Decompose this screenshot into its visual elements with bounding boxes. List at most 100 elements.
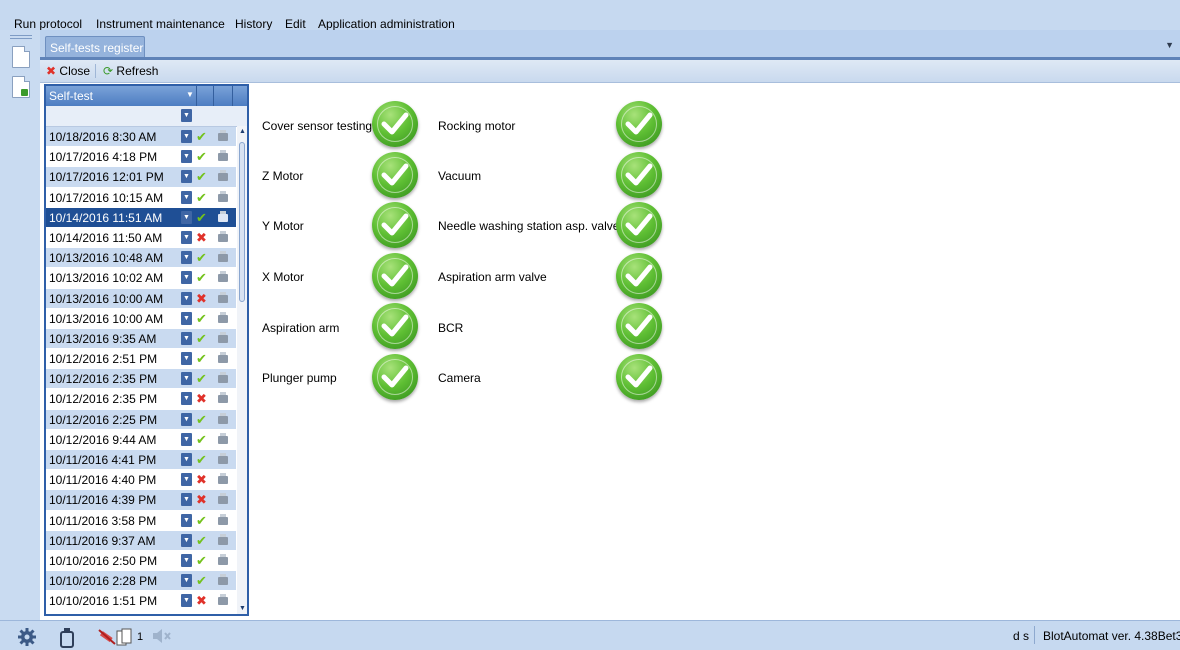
table-row[interactable]: 10/18/2016 8:30 AM ▼ ✔ (46, 127, 236, 148)
print-icon[interactable] (218, 331, 228, 343)
status-pass-icon: ✔ (196, 512, 207, 528)
refresh-button[interactable]: ⟳ Refresh (103, 64, 158, 78)
table-row[interactable]: 10/13/2016 10:02 AM ▼ ✔ (46, 268, 236, 289)
row-dropdown-button[interactable]: ▼ (181, 493, 192, 507)
row-dropdown-button[interactable]: ▼ (181, 372, 192, 386)
row-dropdown-button[interactable]: ▼ (181, 432, 192, 446)
print-icon[interactable] (218, 291, 228, 303)
table-row[interactable]: 10/10/2016 1:51 PM ▼ ✖ (46, 591, 236, 612)
print-icon[interactable] (218, 311, 228, 323)
table-row[interactable]: 10/11/2016 9:37 AM ▼ ✔ (46, 530, 236, 551)
document-export-icon[interactable] (12, 76, 30, 98)
row-dropdown-button[interactable]: ▼ (181, 130, 192, 143)
row-dropdown-button[interactable]: ▼ (181, 251, 192, 265)
row-dropdown-button[interactable]: ▼ (181, 513, 192, 527)
table-row[interactable]: 10/11/2016 4:39 PM ▼ ✖ (46, 490, 236, 511)
result-label-needle-washing-station: Needle washing station asp. valve (438, 219, 620, 233)
table-row[interactable]: 10/17/2016 4:18 PM ▼ ✔ (46, 147, 236, 168)
table-row[interactable]: 10/12/2016 2:51 PM ▼ ✔ (46, 349, 236, 370)
table-row[interactable]: 10/11/2016 4:40 PM ▼ ✖ (46, 470, 236, 491)
tab-list-dropdown-icon[interactable]: ▼ (1165, 40, 1174, 50)
print-icon[interactable] (218, 432, 228, 444)
print-icon[interactable] (218, 493, 228, 505)
row-date: 10/11/2016 4:40 PM (49, 473, 157, 488)
row-dropdown-button[interactable]: ▼ (181, 473, 192, 487)
scroll-thumb[interactable] (239, 142, 245, 302)
table-row[interactable]: 10/17/2016 10:15 AM ▼ ✔ (46, 187, 236, 208)
strips-icon[interactable] (116, 628, 134, 646)
print-icon[interactable] (218, 533, 228, 545)
print-icon[interactable] (218, 271, 228, 283)
row-dropdown-button[interactable]: ▼ (181, 594, 192, 608)
document-icon[interactable] (12, 46, 30, 68)
menu-history[interactable]: History (235, 17, 272, 31)
table-row[interactable]: 10/10/2016 2:50 PM ▼ ✔ (46, 550, 236, 572)
row-dropdown-button[interactable]: ▼ (181, 230, 192, 244)
print-icon[interactable] (218, 392, 228, 404)
row-dropdown-button[interactable]: ▼ (181, 210, 192, 224)
row-dropdown-button[interactable]: ▼ (181, 291, 192, 305)
close-button[interactable]: ✖ Close (46, 64, 90, 78)
menu-run-protocol[interactable]: Run protocol (14, 17, 82, 31)
table-row[interactable]: 10/11/2016 3:58 PM ▼ ✔ (46, 510, 236, 531)
column-header-self-test[interactable]: Self-test (49, 89, 93, 103)
table-row[interactable]: 10/17/2016 12:01 PM ▼ ✔ (46, 167, 236, 188)
table-row[interactable]: 10/12/2016 2:35 PM ▼ ✔ (46, 369, 236, 390)
row-dropdown-button[interactable]: ▼ (181, 150, 192, 164)
print-icon[interactable] (218, 594, 228, 606)
print-icon[interactable] (218, 190, 228, 202)
bottle-icon[interactable] (60, 628, 74, 648)
row-dropdown-button[interactable]: ▼ (181, 271, 192, 285)
row-dropdown-button[interactable]: ▼ (181, 574, 192, 588)
row-dropdown-button[interactable]: ▼ (181, 170, 192, 184)
print-icon[interactable] (218, 130, 228, 141)
print-icon[interactable] (218, 170, 228, 182)
menu-edit[interactable]: Edit (285, 17, 306, 31)
print-icon[interactable] (218, 150, 228, 162)
row-dropdown-button[interactable]: ▼ (181, 190, 192, 204)
row-dropdown-button[interactable]: ▼ (181, 311, 192, 325)
table-row[interactable]: 10/13/2016 10:48 AM ▼ ✔ (46, 248, 236, 269)
print-icon[interactable] (218, 553, 228, 565)
row-dropdown-button[interactable]: ▼ (181, 553, 192, 567)
table-row[interactable]: 10/11/2016 4:41 PM ▼ ✔ (46, 450, 236, 471)
gear-icon[interactable] (18, 628, 36, 646)
table-row[interactable]: 10/12/2016 2:35 PM ▼ ✖ (46, 389, 236, 410)
table-row[interactable]: 10/13/2016 10:00 AM ▼ ✔ (46, 308, 236, 329)
row-dropdown-button[interactable]: ▼ (181, 352, 192, 366)
menu-instrument-maintenance[interactable]: Instrument maintenance (96, 17, 225, 31)
row-date: 10/12/2016 2:35 PM (49, 372, 158, 387)
table-row[interactable]: 10/12/2016 9:44 AM ▼ ✔ (46, 429, 236, 450)
table-row[interactable]: 10/13/2016 9:35 AM ▼ ✔ (46, 328, 236, 350)
print-icon[interactable] (218, 230, 228, 242)
filter-dropdown-button[interactable]: ▼ (181, 109, 192, 122)
table-row[interactable]: 10/12/2016 2:25 PM ▼ ✔ (46, 409, 236, 430)
menu-application-administration[interactable]: Application administration (318, 17, 455, 31)
tab-self-tests-register[interactable]: Self-tests register (45, 36, 145, 58)
print-icon[interactable] (218, 453, 228, 464)
scroll-down-icon[interactable]: ▼ (239, 605, 246, 612)
scroll-up-icon[interactable]: ▲ (239, 128, 246, 135)
print-icon[interactable] (218, 513, 228, 525)
print-icon[interactable] (218, 251, 228, 263)
column-sort-icon[interactable]: ▼ (186, 90, 194, 99)
speaker-muted-icon[interactable] (152, 628, 172, 644)
row-dropdown-button[interactable]: ▼ (181, 331, 192, 345)
print-icon[interactable] (218, 210, 228, 222)
print-icon[interactable] (218, 473, 228, 485)
row-dropdown-button[interactable]: ▼ (181, 392, 192, 406)
row-dropdown-button[interactable]: ▼ (181, 453, 192, 466)
table-row[interactable]: 10/10/2016 2:28 PM ▼ ✔ (46, 571, 236, 592)
print-icon[interactable] (218, 372, 228, 384)
table-row[interactable]: 10/13/2016 10:00 AM ▼ ✖ (46, 288, 236, 309)
print-icon[interactable] (218, 574, 228, 586)
print-icon[interactable] (218, 352, 228, 364)
grid-scrollbar[interactable]: ▲ ▼ (237, 126, 247, 614)
row-date: 10/11/2016 4:39 PM (49, 493, 157, 508)
print-icon[interactable] (218, 412, 228, 424)
row-dropdown-button[interactable]: ▼ (181, 533, 192, 547)
table-row[interactable]: 10/14/2016 11:50 AM ▼ ✖ (46, 227, 236, 249)
table-row[interactable]: 10/14/2016 11:51 AM ▼ ✔ (46, 207, 236, 228)
row-dropdown-button[interactable]: ▼ (181, 412, 192, 426)
syringe-disabled-icon[interactable] (97, 628, 117, 646)
